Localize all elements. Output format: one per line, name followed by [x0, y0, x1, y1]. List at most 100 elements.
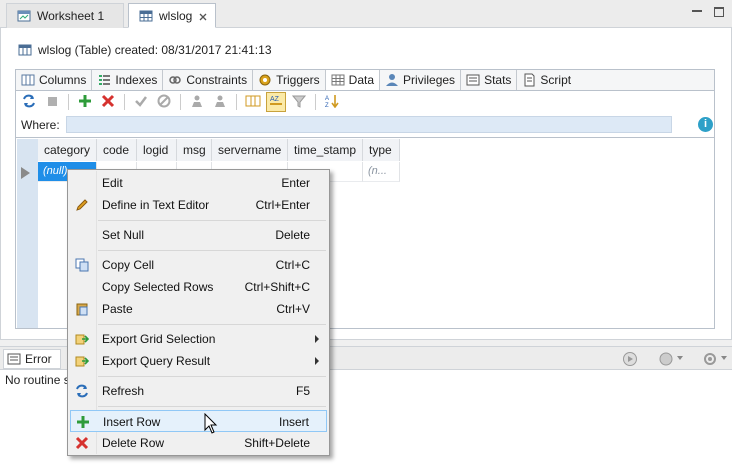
- sort-az-button[interactable]: AZ: [266, 92, 286, 112]
- where-bar: Where: i: [15, 113, 715, 137]
- chevron-down-icon[interactable]: [676, 351, 684, 365]
- insert-row-button[interactable]: [75, 92, 95, 112]
- tab-columns[interactable]: Columns: [16, 70, 93, 90]
- import-button[interactable]: [187, 92, 207, 112]
- menu-item-label: Paste: [102, 302, 133, 316]
- script-icon: [522, 73, 536, 87]
- where-input[interactable]: [66, 116, 672, 133]
- menu-item-define-in-text-editor[interactable]: Define in Text Editor Ctrl+Enter: [70, 194, 327, 216]
- info-icon[interactable]: i: [698, 117, 713, 132]
- menu-item-copy-selected-rows[interactable]: Copy Selected Rows Ctrl+Shift+C: [70, 276, 327, 298]
- commit-button[interactable]: [131, 92, 151, 112]
- column-header-code[interactable]: code: [97, 139, 137, 161]
- menu-item-shortcut: Shift+Delete: [244, 436, 310, 450]
- sort-button[interactable]: AZ: [322, 92, 342, 112]
- export-icon: [74, 354, 90, 368]
- export-icon: [74, 332, 90, 346]
- filter-button[interactable]: [289, 92, 309, 112]
- menu-item-label: Set Null: [102, 228, 145, 242]
- constraints-icon: [168, 73, 182, 87]
- tab-triggers-label: Triggers: [276, 73, 320, 87]
- menu-item-edit[interactable]: Edit Enter: [70, 172, 327, 194]
- export-icon: [213, 94, 227, 111]
- tab-error[interactable]: Error: [3, 349, 61, 369]
- menu-item-shortcut: Ctrl+C: [275, 258, 310, 272]
- column-header-time-stamp[interactable]: time_stamp: [288, 139, 363, 161]
- delete-row-button[interactable]: [98, 92, 118, 112]
- filter-icon: [291, 94, 307, 111]
- column-headers: category code logid msg servername time_…: [38, 139, 400, 161]
- tab-privileges[interactable]: Privileges: [380, 70, 462, 90]
- tab-wlslog[interactable]: wlslog: [128, 3, 216, 28]
- column-header-logid[interactable]: logid: [137, 139, 177, 161]
- run-icon[interactable]: [622, 351, 637, 366]
- tab-constraints[interactable]: Constraints: [163, 70, 254, 90]
- table-subtabs: Columns Indexes Constraints Triggers Dat…: [15, 69, 715, 91]
- menu-item-label: Export Query Result: [102, 354, 211, 368]
- worksheet-icon: [17, 9, 31, 23]
- export-button[interactable]: [210, 92, 230, 112]
- menu-item-label: Refresh: [102, 384, 145, 398]
- settings-icon[interactable]: [702, 351, 716, 365]
- pencil-icon: [74, 198, 90, 212]
- menu-item-export-query-result[interactable]: Export Query Result: [70, 350, 327, 372]
- cell-type[interactable]: (n...: [363, 162, 400, 182]
- menu-separator: [98, 324, 326, 325]
- minimize-icon[interactable]: [692, 10, 702, 13]
- menu-item-set-null[interactable]: Set Null Delete: [70, 224, 327, 246]
- menu-item-delete-row[interactable]: Delete Row Shift+Delete: [70, 432, 327, 454]
- grid-layout-icon: [245, 94, 261, 111]
- created-text: wlslog (Table) created: 08/31/2017 21:41…: [38, 43, 272, 57]
- column-header-type[interactable]: type: [363, 139, 400, 161]
- menu-separator: [98, 250, 326, 251]
- chevron-down-icon[interactable]: [720, 351, 728, 365]
- bottom-panel-actions: [622, 351, 728, 366]
- tab-data-label: Data: [348, 73, 375, 87]
- grid-layout-button[interactable]: [243, 92, 263, 112]
- tab-error-label: Error: [25, 352, 52, 366]
- tab-script[interactable]: Script: [517, 70, 576, 90]
- where-label: Where:: [21, 118, 60, 132]
- table-created-info: wlslog (Table) created: 08/31/2017 21:41…: [18, 43, 272, 57]
- tab-data[interactable]: Data: [325, 70, 381, 90]
- toolbar-separator: [315, 94, 316, 110]
- menu-item-insert-row[interactable]: Insert Row Insert: [70, 410, 327, 432]
- tab-indexes[interactable]: Indexes: [92, 70, 164, 90]
- menu-item-refresh[interactable]: Refresh F5: [70, 380, 327, 402]
- sort-icon: AZ: [324, 94, 340, 111]
- import-icon: [190, 94, 204, 111]
- triggers-icon: [258, 73, 272, 87]
- tab-worksheet-1[interactable]: Worksheet 1: [6, 3, 124, 28]
- column-header-category[interactable]: category: [38, 139, 97, 161]
- rollback-button[interactable]: [154, 92, 174, 112]
- menu-item-shortcut: Ctrl+Enter: [255, 198, 310, 212]
- tab-triggers[interactable]: Triggers: [253, 70, 326, 90]
- menu-item-label: Edit: [102, 176, 123, 190]
- menu-item-export-grid-selection[interactable]: Export Grid Selection: [70, 328, 327, 350]
- plus-icon: [75, 415, 91, 429]
- close-icon[interactable]: [198, 11, 208, 21]
- tab-privileges-label: Privileges: [403, 73, 456, 87]
- window-controls: [692, 7, 724, 17]
- columns-icon: [21, 73, 35, 87]
- toolbar-separator: [68, 94, 69, 110]
- column-header-msg[interactable]: msg: [177, 139, 212, 161]
- plus-icon: [78, 94, 92, 111]
- indexes-icon: [97, 73, 111, 87]
- error-log-icon: [7, 352, 21, 366]
- tab-wlslog-label: wlslog: [159, 8, 193, 23]
- mouse-cursor-icon: [204, 412, 218, 438]
- stop-button[interactable]: [42, 92, 62, 112]
- tab-indexes-label: Indexes: [115, 73, 158, 87]
- column-header-servername[interactable]: servername: [212, 139, 288, 161]
- refresh-icon: [21, 93, 37, 112]
- x-icon: [101, 94, 115, 111]
- tab-stats-label: Stats: [484, 73, 512, 87]
- maximize-icon[interactable]: [714, 7, 724, 17]
- toolbar-separator: [236, 94, 237, 110]
- tab-stats[interactable]: Stats: [461, 70, 518, 90]
- menu-item-paste[interactable]: Paste Ctrl+V: [70, 298, 327, 320]
- refresh-data-button[interactable]: [19, 92, 39, 112]
- connection-icon[interactable]: [658, 351, 673, 366]
- menu-item-copy-cell[interactable]: Copy Cell Ctrl+C: [70, 254, 327, 276]
